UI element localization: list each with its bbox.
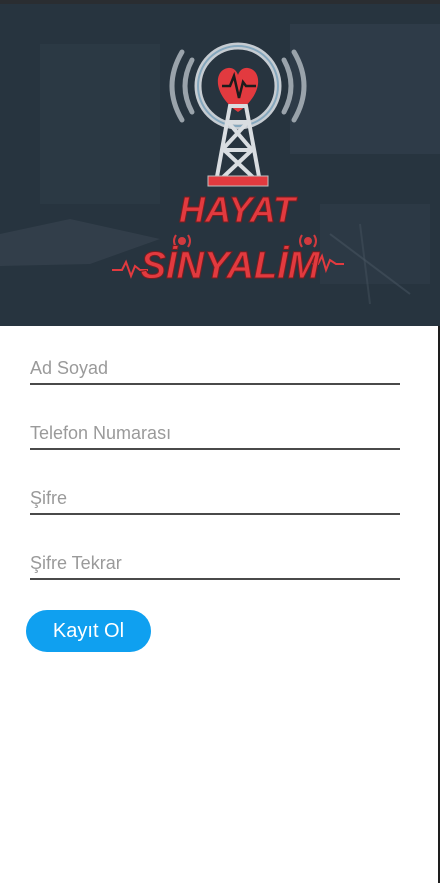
logo-title-line1: HAYAT	[179, 189, 298, 230]
password-repeat-input[interactable]	[30, 553, 400, 574]
register-button[interactable]: Kayıt Ol	[26, 610, 151, 652]
header-banner: HAYAT SİNYALİM	[0, 4, 440, 326]
name-input[interactable]	[30, 358, 400, 379]
name-field	[30, 343, 400, 385]
logo-title-line2: SİNYALİM	[141, 245, 321, 287]
tower-icon	[213, 104, 263, 184]
register-screen: HAYAT SİNYALİM Kayıt Ol	[0, 0, 440, 883]
phone-field	[30, 408, 400, 450]
password-field	[30, 473, 400, 515]
password-repeat-field	[30, 538, 400, 580]
logo: HAYAT SİNYALİM	[112, 42, 344, 288]
phone-input[interactable]	[30, 423, 400, 444]
password-input[interactable]	[30, 488, 400, 509]
